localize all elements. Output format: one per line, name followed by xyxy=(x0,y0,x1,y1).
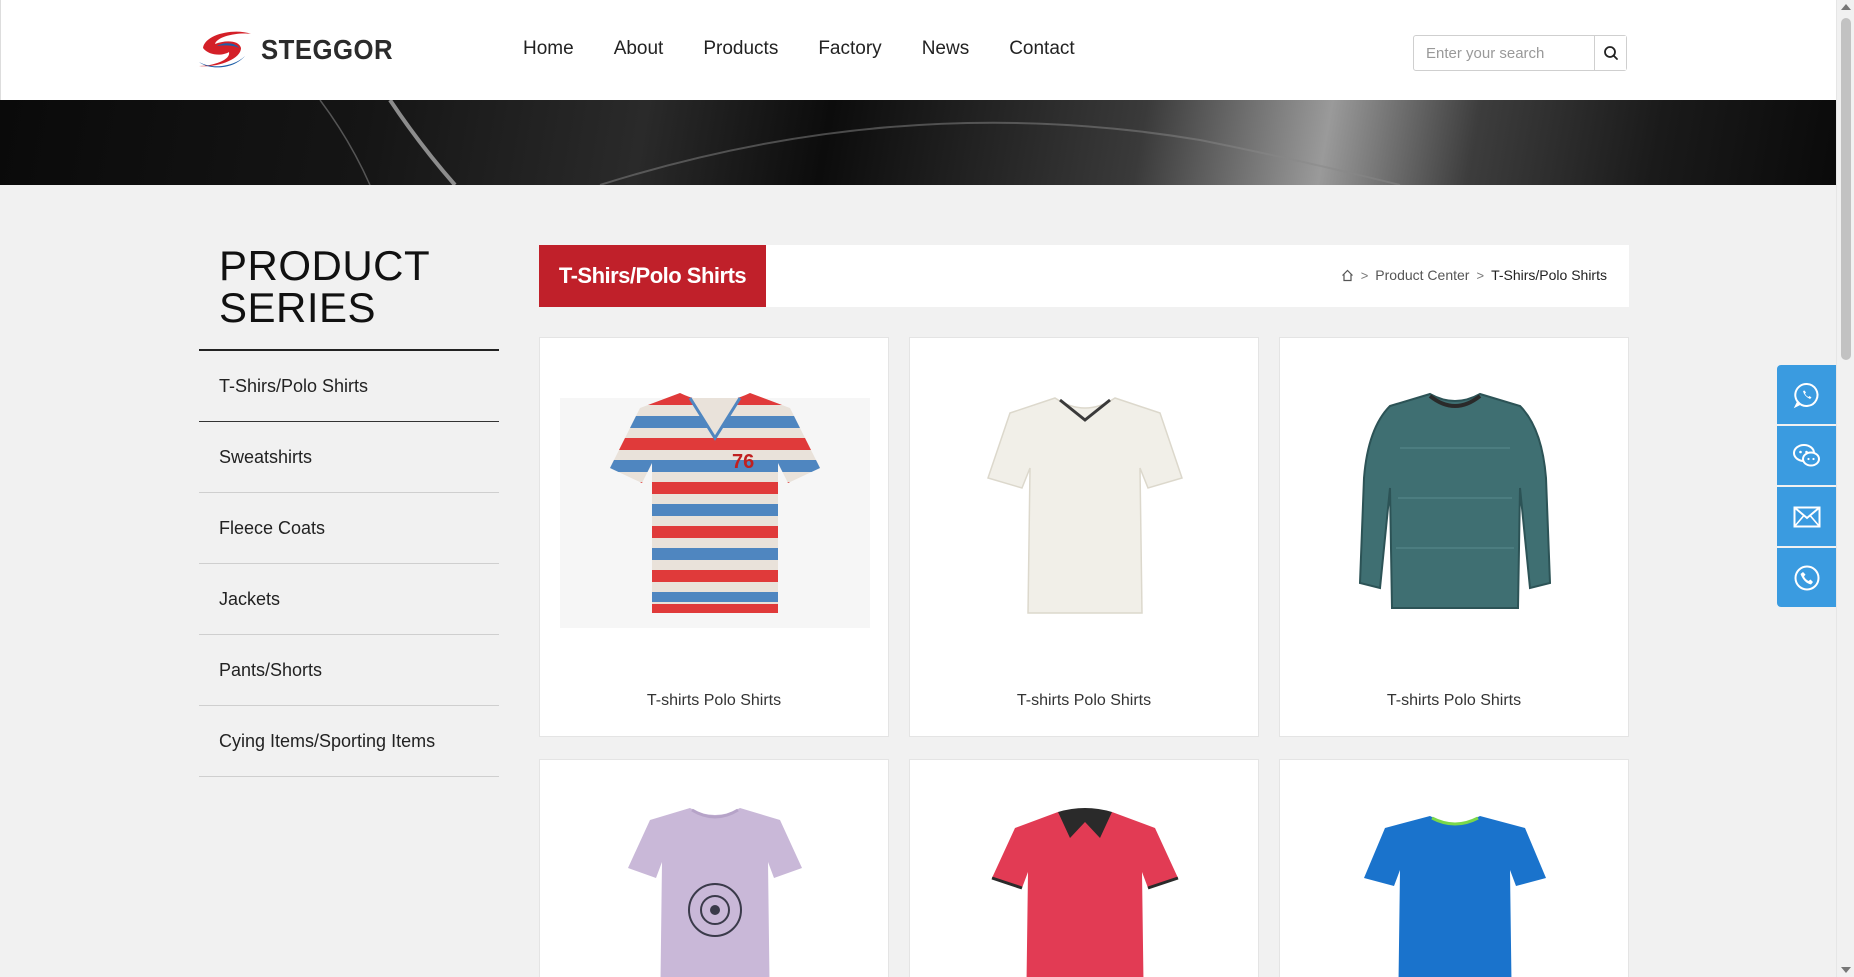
breadcrumb-current[interactable]: T-Shirs/Polo Shirts xyxy=(1491,267,1607,283)
nav-about[interactable]: About xyxy=(614,38,664,60)
teal-longsleeve-image xyxy=(1358,392,1552,609)
series-item-tshirts[interactable]: T-Shirs/Polo Shirts xyxy=(199,351,499,422)
blue-tshirt-image xyxy=(1364,816,1546,977)
steggor-logo-icon xyxy=(199,31,251,68)
email-icon xyxy=(1793,506,1821,527)
scroll-down-arrow-icon[interactable] xyxy=(1841,967,1851,973)
product-card[interactable] xyxy=(1279,759,1629,977)
breadcrumb-separator-icon: > xyxy=(1476,267,1485,283)
breadcrumb: > Product Center > T-Shirs/Polo Shirts xyxy=(1341,267,1607,283)
product-series-sidebar: PRODUCT SERIES T-Shirs/Polo Shirts Sweat… xyxy=(199,245,499,777)
series-list: T-Shirs/Polo Shirts Sweatshirts Fleece C… xyxy=(199,351,499,777)
home-icon[interactable] xyxy=(1341,269,1354,282)
product-card[interactable] xyxy=(909,759,1259,977)
site-header: STEGGOR Home About Products Factory News… xyxy=(0,0,1836,100)
floating-contact-bar xyxy=(1777,365,1837,607)
series-item-jackets[interactable]: Jackets xyxy=(199,564,499,635)
phone-icon xyxy=(1794,565,1820,590)
search-button[interactable] xyxy=(1594,36,1626,70)
search-input[interactable] xyxy=(1414,36,1594,70)
nav-home[interactable]: Home xyxy=(523,38,574,60)
wechat-icon xyxy=(1793,443,1820,466)
product-card[interactable] xyxy=(539,759,889,977)
site-logo[interactable]: STEGGOR xyxy=(195,26,405,74)
sidebar-title: PRODUCT SERIES xyxy=(219,242,431,331)
striped-tshirt-image: 76 xyxy=(560,393,870,628)
product-card[interactable]: T-shirts Polo Shirts xyxy=(909,337,1259,737)
svg-text:76: 76 xyxy=(732,451,754,473)
breadcrumb-separator-icon: > xyxy=(1360,267,1369,283)
product-caption[interactable]: T-shirts Polo Shirts xyxy=(1280,692,1628,710)
nav-contact[interactable]: Contact xyxy=(1009,38,1074,60)
scroll-up-arrow-icon[interactable] xyxy=(1841,4,1851,10)
red-polo-image xyxy=(991,808,1179,977)
series-item-fleece-coats[interactable]: Fleece Coats xyxy=(199,493,499,564)
product-caption[interactable]: T-shirts Polo Shirts xyxy=(540,692,888,710)
series-item-sporting-items[interactable]: Cying Items/Sporting Items xyxy=(199,706,499,777)
breadcrumb-product-center[interactable]: Product Center xyxy=(1375,267,1469,283)
main-nav: Home About Products Factory News Contact xyxy=(523,38,1115,60)
banner-decoration xyxy=(319,100,1401,185)
whatsapp-icon xyxy=(1793,382,1819,408)
email-button[interactable] xyxy=(1777,487,1837,546)
wechat-button[interactable] xyxy=(1777,426,1837,485)
phone-button[interactable] xyxy=(1777,548,1837,607)
search-box xyxy=(1413,35,1627,71)
series-item-pants-shorts[interactable]: Pants/Shorts xyxy=(199,635,499,706)
page-scrollbar[interactable] xyxy=(1836,0,1854,977)
hero-banner xyxy=(0,100,1836,185)
search-icon xyxy=(1603,46,1618,60)
brand-name: STEGGOR xyxy=(261,34,394,65)
series-item-sweatshirts[interactable]: Sweatshirts xyxy=(199,422,499,493)
nav-products[interactable]: Products xyxy=(703,38,778,60)
product-card[interactable]: T-shirts Polo Shirts xyxy=(1279,337,1629,737)
nav-news[interactable]: News xyxy=(922,38,970,60)
scrollbar-thumb[interactable] xyxy=(1841,18,1851,360)
product-caption[interactable]: T-shirts Polo Shirts xyxy=(910,692,1258,710)
whatsapp-button[interactable] xyxy=(1777,365,1837,424)
category-title: T-Shirs/Polo Shirts xyxy=(539,245,766,307)
product-card[interactable]: 76 T-shirts Polo Shirts xyxy=(539,337,889,737)
category-header: T-Shirs/Polo Shirts > Product Center > T… xyxy=(539,245,1629,307)
nav-factory[interactable]: Factory xyxy=(818,38,881,60)
lavender-tshirt-image xyxy=(628,808,802,977)
white-tshirt-image xyxy=(987,397,1183,614)
